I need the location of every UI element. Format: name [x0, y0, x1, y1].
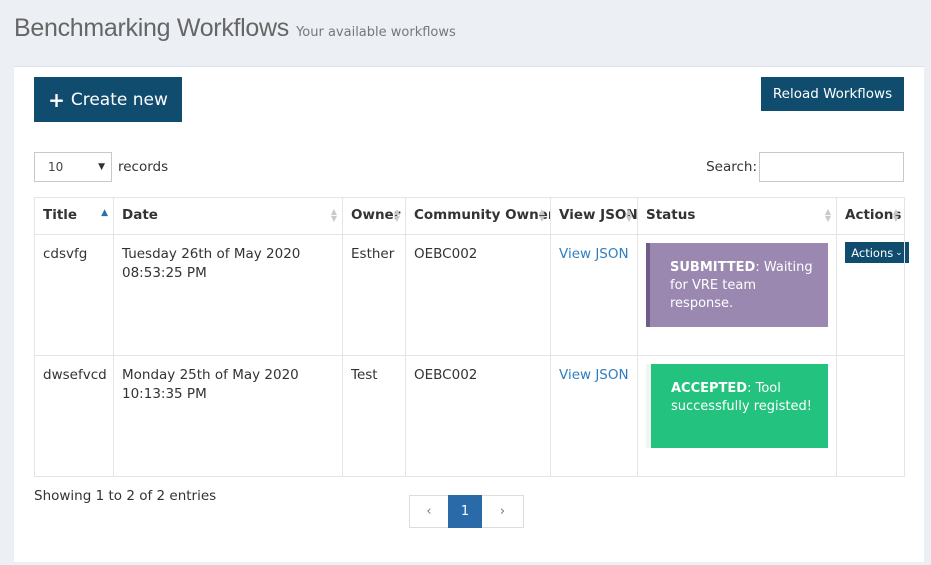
pagination-prev-button[interactable]: ‹	[409, 495, 448, 528]
column-header-actions[interactable]: Actions ▲ ▼	[836, 197, 905, 235]
column-header-label: Community Owner	[414, 207, 551, 223]
sort-icon: ▲ ▼	[393, 207, 400, 223]
page-header: Benchmarking Workflows Your available wo…	[14, 14, 456, 43]
column-header-label: Date	[122, 207, 158, 223]
status-label: SUBMITTED	[670, 260, 756, 275]
pagination-next-button[interactable]: ›	[482, 495, 524, 528]
create-new-label: Create new	[70, 89, 168, 110]
column-header-title[interactable]: Title ▲	[34, 197, 114, 235]
cell-actions	[836, 355, 905, 477]
sort-icon: ▲ ▼	[625, 207, 632, 223]
sort-asc-icon: ▲	[101, 208, 108, 218]
cell-view-json: View JSON	[550, 355, 638, 477]
cell-view-json: View JSON	[550, 234, 638, 356]
column-header-label: Title	[43, 207, 78, 223]
cell-title: dwsefvcd	[34, 355, 114, 477]
records-label: records	[118, 159, 169, 175]
column-header-date[interactable]: Date ▲ ▼	[113, 197, 343, 235]
cell-community-owner: OEBC002	[405, 234, 551, 356]
sort-icon: ▲ ▼	[824, 207, 831, 223]
reload-workflows-button[interactable]: Reload Workflows	[761, 77, 904, 111]
column-header-view-json[interactable]: View JSON ▲ ▼	[550, 197, 638, 235]
actions-label: Actions	[851, 245, 894, 260]
cell-owner: Test	[342, 355, 406, 477]
view-json-link[interactable]: View JSON	[559, 246, 629, 262]
create-new-button[interactable]: + Create new	[34, 77, 182, 122]
cell-date: Monday 25th of May 2020 10:13:35 PM	[113, 355, 343, 477]
column-header-community-owner[interactable]: Community Owner ▲ ▼	[405, 197, 551, 235]
status-card-submitted: SUBMITTED: Waiting for VRE team response…	[646, 243, 828, 327]
actions-dropdown-button[interactable]: Actions ⌄	[845, 242, 909, 263]
workflows-table: Title ▲ Date ▲ ▼ Owner ▲ ▼ Community Owner…	[34, 197, 909, 477]
cell-date: Tuesday 26th of May 2020 08:53:25 PM	[113, 234, 343, 356]
sort-icon: ▲ ▼	[892, 207, 899, 223]
workflows-panel: + Create new Reload Workflows 10 ▼ recor…	[14, 66, 924, 562]
table-row: dwsefvcd Monday 25th of May 2020 10:13:3…	[34, 355, 905, 477]
chevron-down-icon: ⌄	[895, 247, 903, 258]
table-info: Showing 1 to 2 of 2 entries	[34, 488, 217, 504]
sort-icon: ▲ ▼	[330, 207, 337, 223]
pagination-page-1[interactable]: 1	[448, 495, 482, 528]
column-header-label: Status	[646, 207, 696, 223]
sort-icon: ▲ ▼	[538, 207, 545, 223]
records-length-control: 10 ▼ records	[34, 152, 168, 182]
cell-community-owner: OEBC002	[405, 355, 551, 477]
table-header-row: Title ▲ Date ▲ ▼ Owner ▲ ▼ Community Owner…	[34, 197, 905, 235]
page-subtitle: Your available workflows	[296, 25, 456, 40]
pagination: ‹ 1 ›	[409, 495, 524, 528]
cell-status: SUBMITTED: Waiting for VRE team response…	[637, 234, 837, 356]
column-header-status[interactable]: Status ▲ ▼	[637, 197, 837, 235]
page-title: Benchmarking Workflows	[14, 14, 289, 42]
records-per-page-select[interactable]: 10 ▼	[34, 152, 112, 182]
caret-down-icon: ▼	[98, 162, 105, 172]
table-row: cdsvfg Tuesday 26th of May 2020 08:53:25…	[34, 234, 909, 356]
cell-owner: Esther	[342, 234, 406, 356]
cell-title: cdsvfg	[34, 234, 114, 356]
column-header-owner[interactable]: Owner ▲ ▼	[342, 197, 406, 235]
view-json-link[interactable]: View JSON	[559, 367, 629, 383]
plus-icon: +	[48, 87, 65, 112]
cell-actions: Actions ⌄	[836, 234, 909, 356]
search-label: Search:	[706, 159, 757, 175]
records-per-page-value: 10	[48, 160, 64, 174]
search-input[interactable]	[759, 152, 904, 182]
cell-status: ACCEPTED: Tool successfully registed!	[637, 355, 837, 477]
status-label: ACCEPTED	[671, 381, 748, 396]
search-control: Search:	[706, 152, 904, 182]
status-card-accepted: ACCEPTED: Tool successfully registed!	[646, 364, 828, 448]
